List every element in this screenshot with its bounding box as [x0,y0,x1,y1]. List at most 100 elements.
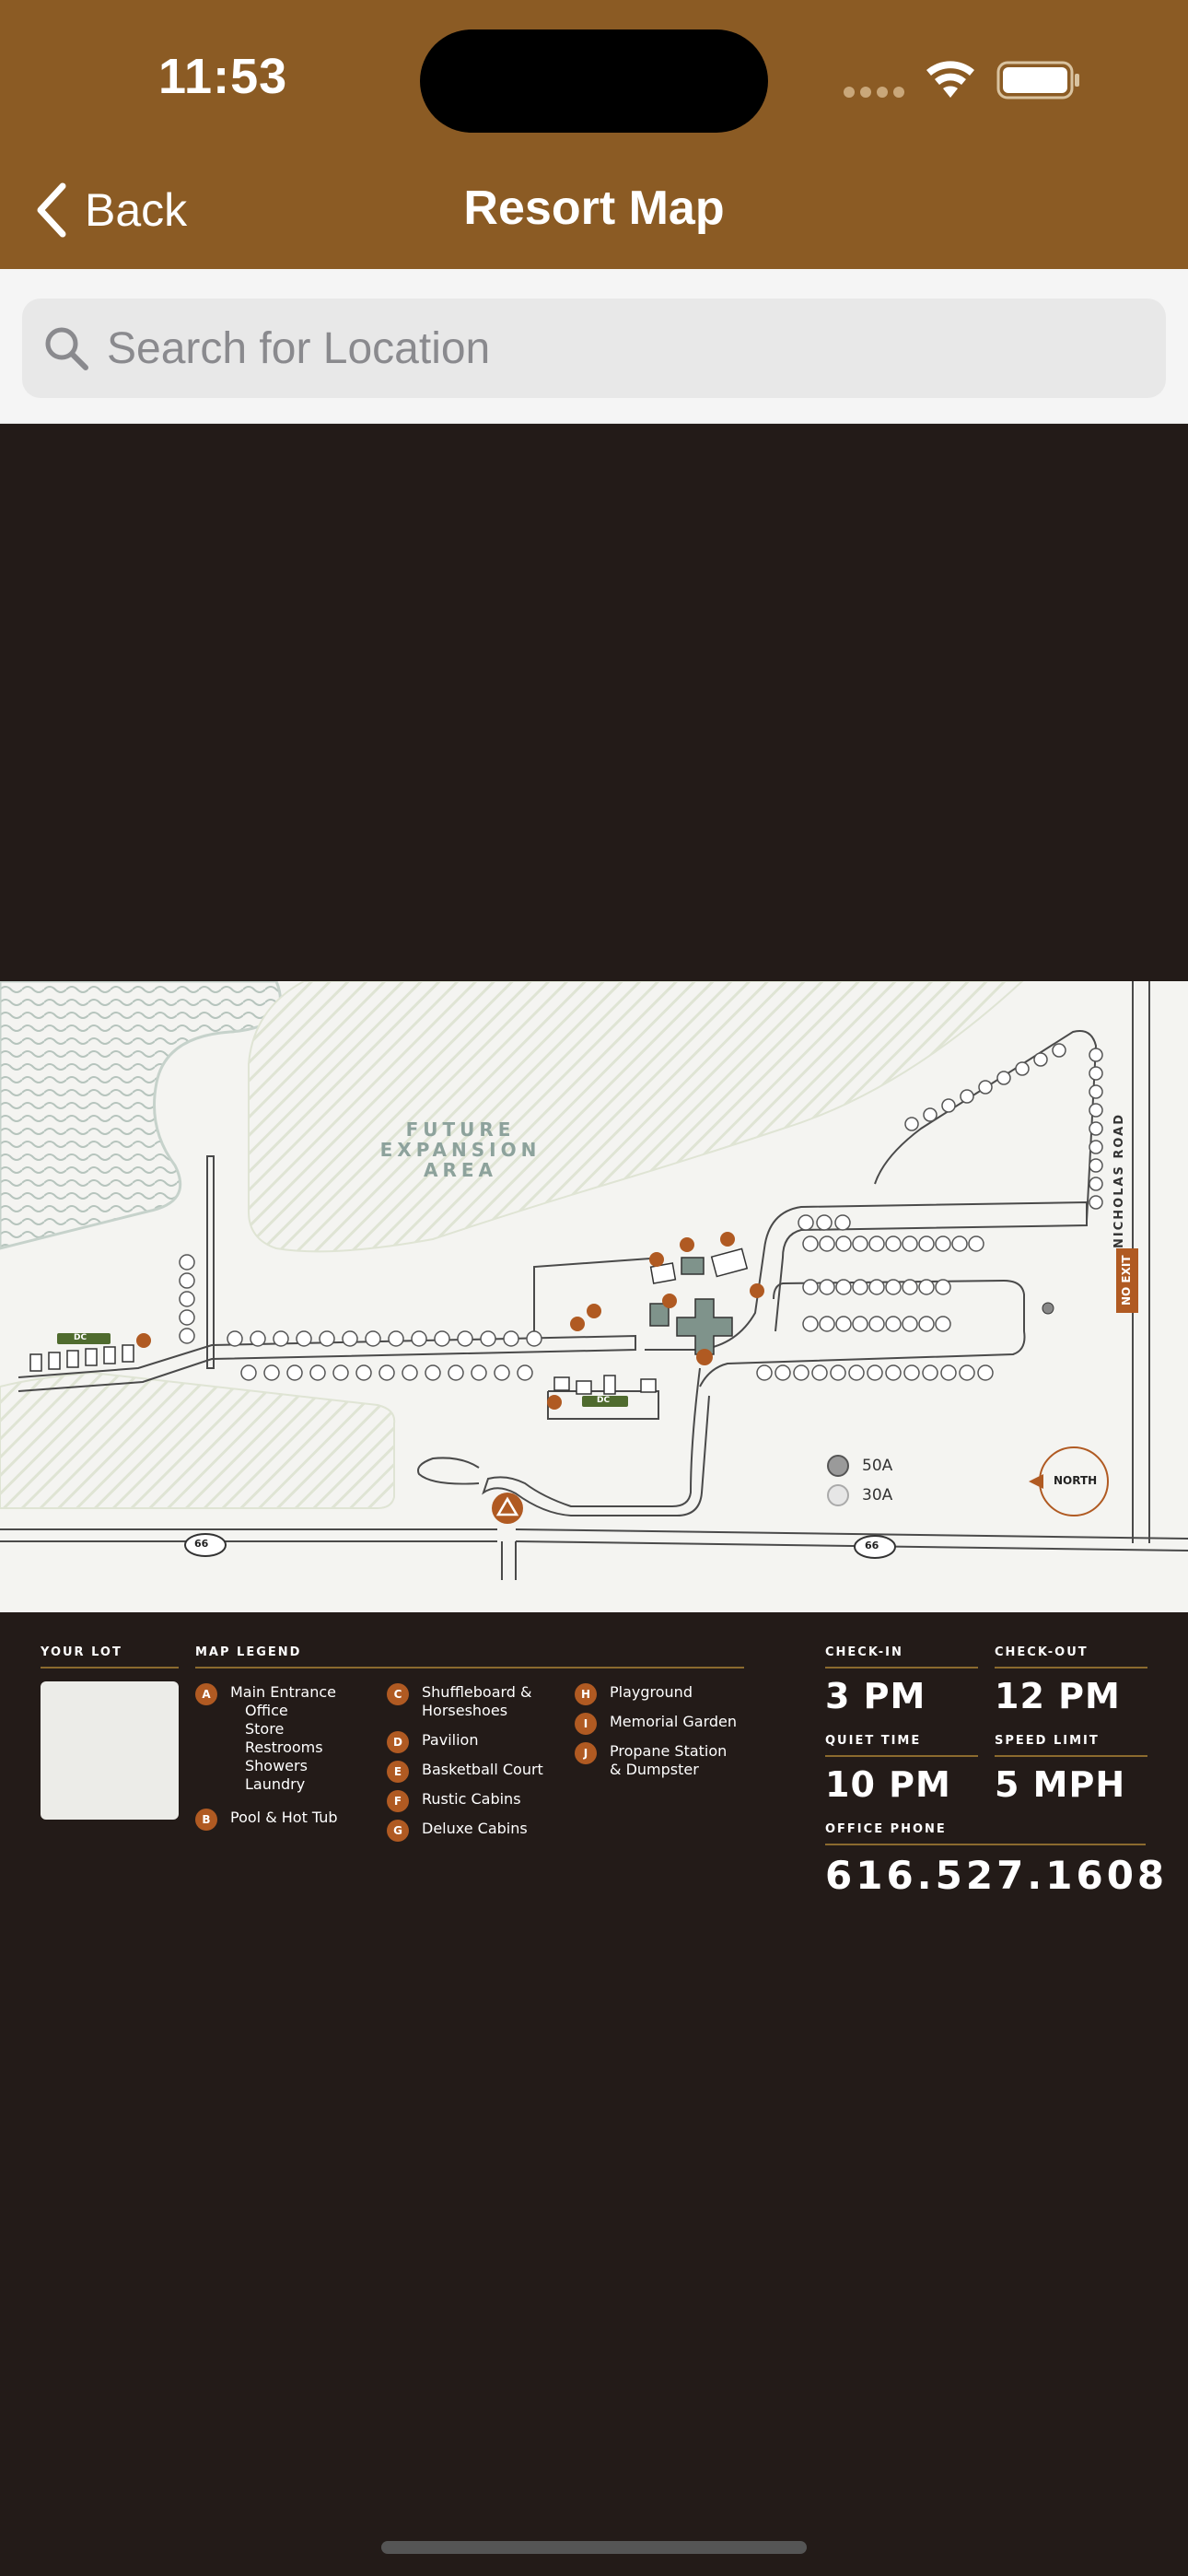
legend-item-c: C Shuffleboard & Horseshoes [387,1683,532,1720]
legend-item-b: B Pool & Hot Tub [195,1809,338,1831]
home-indicator[interactable] [381,2541,807,2554]
legend-badge-b: B [195,1809,217,1831]
future-expansion-label: FUTURE EXPANSION AREA [379,1118,542,1181]
legend-badge-i: I [575,1713,597,1735]
legend-b-label: Pool & Hot Tub [230,1809,338,1826]
quiet-time-label: QUIET TIME [825,1734,922,1748]
checkout-stat: CHECK-OUT 12 PM [995,1645,1147,1716]
lake [0,981,282,1250]
legend-a-main: Main Entrance [230,1683,336,1701]
legend-item-e: E Basketball Court [387,1761,543,1783]
legend-a-laundry: Laundry [245,1775,306,1793]
page-title: Resort Map [463,181,725,235]
checkin-label: CHECK-IN [825,1645,903,1659]
route-label-west: 66 [194,1538,209,1550]
legend-badge-g: G [387,1820,409,1842]
checkin-stat: CHECK-IN 3 PM [825,1645,978,1716]
legend-h-label: Playground [610,1683,693,1701]
dc-label-south: DC [597,1396,611,1405]
divider [825,1755,978,1757]
legend-c-label2: Horseshoes [422,1702,508,1719]
quiet-time-stat: QUIET TIME 10 PM [825,1734,978,1805]
legend-a-office: Office [245,1702,288,1719]
amp-30-dot [827,1484,849,1506]
legend-title: MAP LEGEND [195,1645,302,1659]
legend-d-label: Pavilion [422,1731,479,1749]
road-label: NICHOLAS ROAD [1112,1113,1126,1248]
search-bar-container [0,269,1188,424]
no-exit-label: NO EXIT [1120,1255,1133,1306]
divider [825,1667,978,1669]
amp-legend: 50A 30A [827,1451,892,1510]
wifi-icon [926,61,974,98]
legend-i-label: Memorial Garden [610,1713,738,1730]
office-phone-label: OFFICE PHONE [825,1822,947,1836]
legend-item-i: I Memorial Garden [575,1713,737,1735]
amp-30-label: 30A [862,1486,893,1505]
dc-label-west: DC [74,1333,87,1342]
legend-item-a: A Main Entrance Office Store Restrooms S… [195,1683,336,1794]
divider [995,1667,1147,1669]
dynamic-island [420,29,768,133]
amp-legend-50: 50A [827,1451,892,1481]
legend-badge-d: D [387,1731,409,1753]
legend-a-restrooms: Restrooms [245,1739,323,1756]
legend-item-f: F Rustic Cabins [387,1790,521,1812]
no-exit-sign: NO EXIT [1116,1248,1138,1313]
legend-item-j: J Propane Station & Dumpster [575,1742,727,1779]
north-compass: NORTH [1039,1446,1109,1516]
hatched-area-south [0,1371,396,1509]
legend-item-g: G Deluxe Cabins [387,1820,528,1842]
divider [195,1667,744,1669]
resort-map[interactable]: FUTURE EXPANSION AREA NICHOLAS ROAD NO E… [0,981,1188,1612]
amp-50-dot [827,1455,849,1477]
legend-badge-c: C [387,1683,409,1705]
legend-c-label1: Shuffleboard & [422,1683,532,1701]
north-label: NORTH [1054,1474,1098,1487]
map-drawing [0,981,1188,1580]
legend-a-store: Store [245,1720,285,1738]
legend-item-h: H Playground [575,1683,693,1705]
your-lot-section: YOUR LOT [41,1645,179,1820]
search-input[interactable] [107,322,1120,374]
route-label-east: 66 [865,1540,879,1551]
divider [825,1844,1146,1845]
speed-limit-label: SPEED LIMIT [995,1734,1100,1748]
legend-badge-a: A [195,1683,217,1705]
office-phone-value[interactable]: 616.527.1608 [825,1853,1164,1898]
map-legend: MAP LEGEND A Main Entrance Office Store … [195,1645,744,1923]
cellular-signal-icon [844,87,904,98]
checkout-label: CHECK-OUT [995,1645,1089,1659]
speed-limit-stat: SPEED LIMIT 5 MPH [995,1734,1147,1805]
legend-j-label2: & Dumpster [610,1761,699,1778]
your-lot-box [41,1681,179,1820]
legend-j-label1: Propane Station [610,1742,728,1760]
legend-badge-j: J [575,1742,597,1764]
amp-legend-30: 30A [827,1481,892,1510]
map-info-panel: YOUR LOT MAP LEGEND A Main Entrance Offi… [0,1612,1188,1916]
divider [995,1755,1147,1757]
checkout-value: 12 PM [995,1676,1121,1716]
legend-badge-h: H [575,1683,597,1705]
status-icons [844,61,1079,100]
battery-icon [996,61,1079,100]
search-icon [45,327,88,370]
top-bar: 11:53 Back Resort Map [0,0,1188,269]
legend-badge-f: F [387,1790,409,1812]
quiet-time-value: 10 PM [825,1764,951,1805]
legend-g-label: Deluxe Cabins [422,1820,528,1837]
status-time: 11:53 [158,49,288,104]
office-phone-stat: OFFICE PHONE 616.527.1608 [825,1822,1164,1898]
legend-a-showers: Showers [245,1757,308,1774]
search-field[interactable] [22,299,1166,398]
speed-limit-value: 5 MPH [995,1764,1126,1805]
your-lot-label: YOUR LOT [41,1645,122,1659]
divider [41,1667,179,1669]
amp-50-label: 50A [862,1457,893,1475]
checkin-value: 3 PM [825,1676,926,1716]
legend-f-label: Rustic Cabins [422,1790,521,1808]
legend-e-label: Basketball Court [422,1761,543,1778]
legend-badge-e: E [387,1761,409,1783]
future-expansion-area [248,981,1024,1253]
legend-item-d: D Pavilion [387,1731,478,1753]
